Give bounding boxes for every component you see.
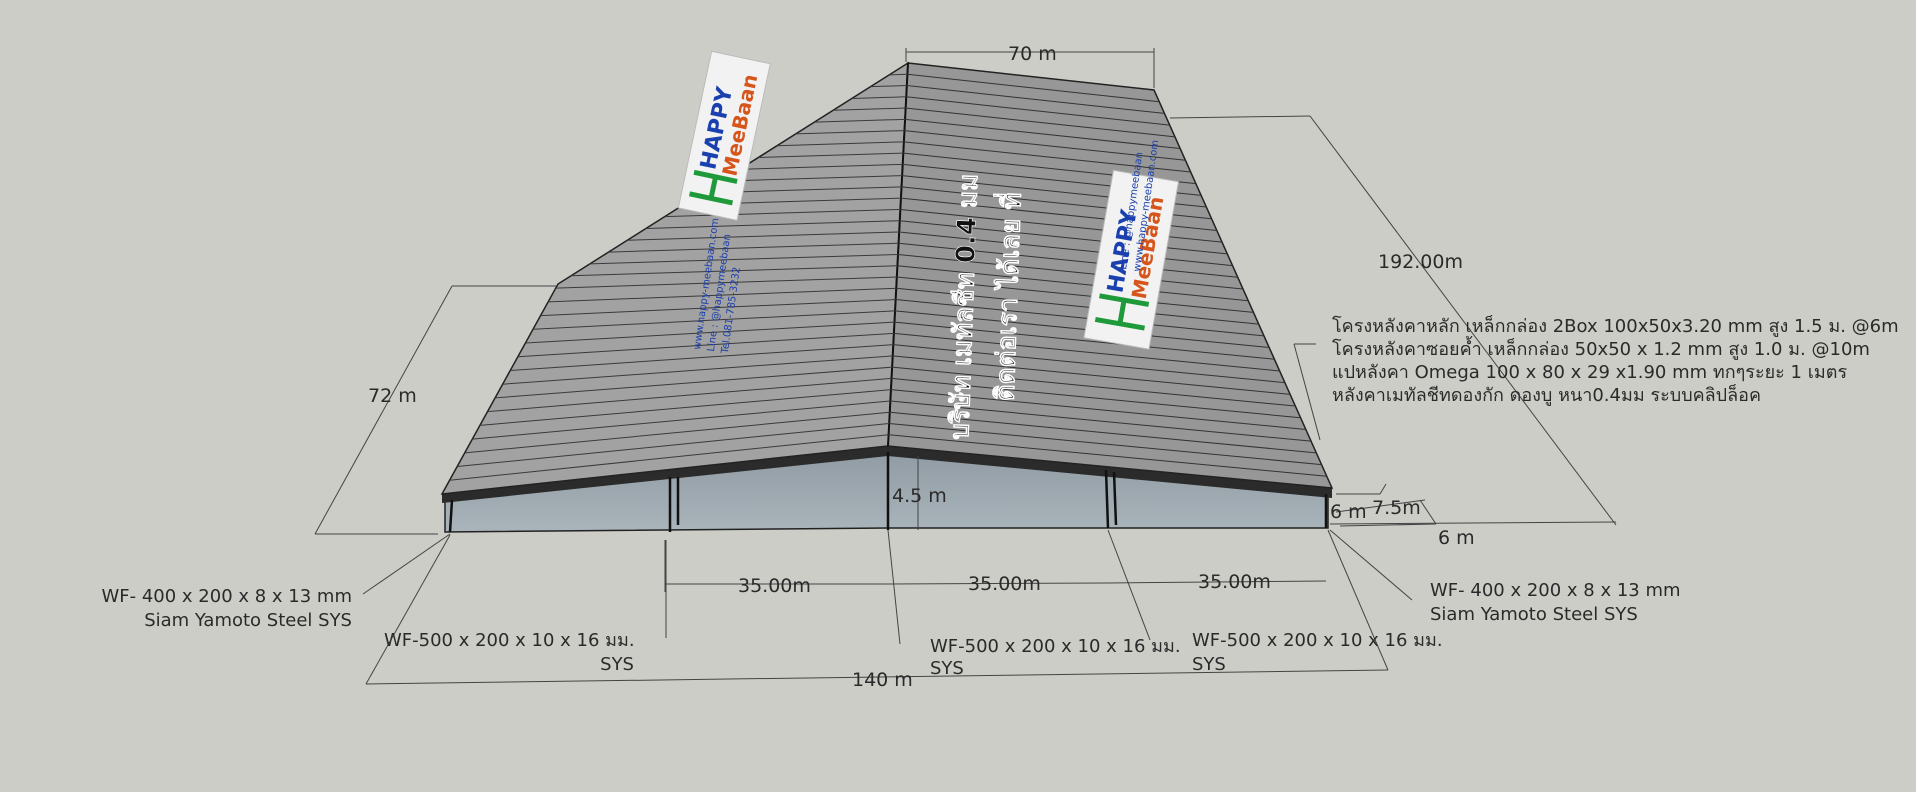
note-line-4: หลังคาเมทัลชีทดองกัก ดองบู หนา0.4มม ระบบ…	[1332, 383, 1761, 406]
roof-sheet-line	[889, 73, 908, 76]
warehouse-drawing: HAPPY MeeBaan www.happy-meebaan.com Line…	[101, 43, 1899, 691]
dim-span-2: 35.00m	[968, 573, 1041, 595]
dim-top-width: 70 m	[1008, 43, 1057, 65]
dim-left-width: 72 m	[368, 385, 417, 407]
spec-mid2-2: SYS	[930, 658, 964, 679]
dim-span-1: 35.00m	[738, 575, 811, 597]
spec-right-end-2: Siam Yamoto Steel SYS	[1430, 604, 1638, 625]
spec-mid3-2: SYS	[1192, 654, 1226, 675]
spec-right-end-1: WF- 400 x 200 x 8 x 13 mm	[1430, 580, 1681, 601]
spec-mid3-1: WF-500 x 200 x 10 x 16 มม.	[1192, 630, 1443, 651]
dim-overhang-c: 6 m	[1438, 527, 1475, 549]
dim-span-3: 35.00m	[1198, 571, 1271, 593]
note-line-2: โครงหลังคาซอยค้ำ เหล็กกล่อง 50x50 x 1.2 …	[1332, 336, 1870, 360]
dim-side-length: 192.00m	[1378, 251, 1463, 273]
dim-eave-height: 4.5 m	[892, 485, 947, 507]
dim-overhang-a: 6 m	[1330, 501, 1367, 523]
dim-total-length: 140 m	[852, 669, 913, 691]
dim-overhang-b: 7.5m	[1372, 497, 1421, 519]
roof-notes: โครงหลังคาหลัก เหล็กกล่อง 2Box 100x50x3.…	[1332, 314, 1899, 406]
spec-mid1-1: WF-500 x 200 x 10 x 16 มม.	[384, 630, 635, 651]
note-line-3: แปหลังคา Omega 100 x 80 x 29 x1.90 mm ทก…	[1332, 362, 1847, 383]
spec-left-end-2: Siam Yamoto Steel SYS	[144, 610, 352, 631]
note-line-1: โครงหลังคาหลัก เหล็กกล่อง 2Box 100x50x3.…	[1332, 314, 1899, 337]
spec-left-end-1: WF- 400 x 200 x 8 x 13 mm	[101, 586, 352, 607]
spec-mid2-1: WF-500 x 200 x 10 x 16 มม.	[930, 636, 1181, 657]
spec-mid1-2: SYS	[600, 654, 634, 675]
